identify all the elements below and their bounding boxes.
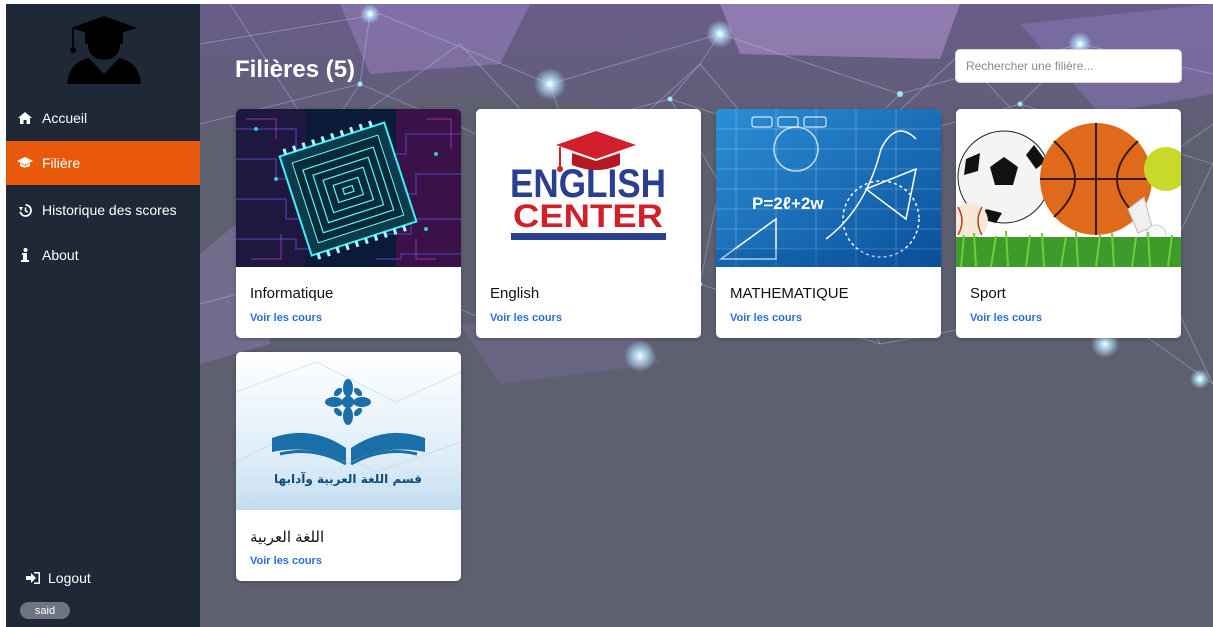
voir-les-cours-link[interactable]: Voir les cours	[490, 312, 562, 324]
math-formula-text: P=2ℓ+2w	[752, 194, 824, 213]
card-title: English	[490, 285, 540, 302]
main-content: Filières (5) Rechercher une filière... I…	[200, 4, 1213, 627]
filiere-card-arabic[interactable]: قسم اللغة العربية وآدابها اللغة العربية …	[236, 352, 461, 581]
card-title: MATHEMATIQUE	[730, 285, 849, 302]
voir-les-cours-link[interactable]: Voir les cours	[970, 312, 1042, 324]
filiere-card-informatique[interactable]: Informatique Voir les cours	[236, 109, 461, 338]
sidebar-item-label: Accueil	[42, 110, 88, 126]
voir-les-cours-link[interactable]: Voir les cours	[250, 312, 322, 324]
home-icon	[16, 111, 34, 125]
history-icon	[16, 203, 34, 217]
logout-label: Logout	[48, 570, 91, 586]
sidebar: Accueil Filière Historique des scores Ab…	[6, 4, 200, 627]
arabic-department-text: قسم اللغة العربية وآدابها	[274, 471, 422, 487]
voir-les-cours-link[interactable]: Voir les cours	[730, 312, 802, 324]
circuit-board-image	[236, 109, 461, 267]
user-badge: said	[20, 602, 70, 619]
page-title: Filières (5)	[235, 56, 356, 83]
filiere-card-english[interactable]: ENGLISH CENTER English Voir les cours	[476, 109, 701, 338]
student-graduate-logo	[67, 16, 141, 84]
sidebar-item-label: Filière	[42, 155, 81, 171]
math-formulas-image: P=2ℓ+2w	[716, 109, 941, 267]
info-icon	[16, 248, 34, 262]
card-title: Sport	[970, 285, 1006, 302]
sidebar-item-about[interactable]: About	[6, 233, 200, 277]
card-title: اللغة العربية	[250, 529, 325, 546]
filiere-card-sport[interactable]: Sport Voir les cours	[956, 109, 1181, 338]
logout-button[interactable]: Logout	[26, 570, 91, 586]
arabic-department-image: قسم اللغة العربية وآدابها	[236, 352, 461, 510]
sidebar-item-accueil[interactable]: Accueil	[6, 96, 200, 140]
voir-les-cours-link[interactable]: Voir les cours	[250, 555, 322, 567]
sidebar-item-filiere[interactable]: Filière	[6, 141, 200, 185]
sidebar-item-label: Historique des scores	[42, 202, 177, 218]
card-title: Informatique	[250, 285, 334, 302]
filiere-card-mathematique[interactable]: P=2ℓ+2w MATHEMATIQUE Voir les cours	[716, 109, 941, 338]
app-frame: Accueil Filière Historique des scores Ab…	[6, 4, 1213, 627]
sidebar-item-label: About	[42, 247, 79, 263]
search-input[interactable]	[955, 49, 1182, 83]
sports-balls-image	[956, 109, 1181, 267]
center-logo-word: CENTER	[513, 198, 663, 234]
english-center-image: ENGLISH CENTER	[476, 109, 701, 267]
sidebar-item-historique[interactable]: Historique des scores	[6, 188, 200, 232]
sign-out-icon	[26, 572, 40, 584]
graduation-cap-icon	[16, 156, 34, 170]
